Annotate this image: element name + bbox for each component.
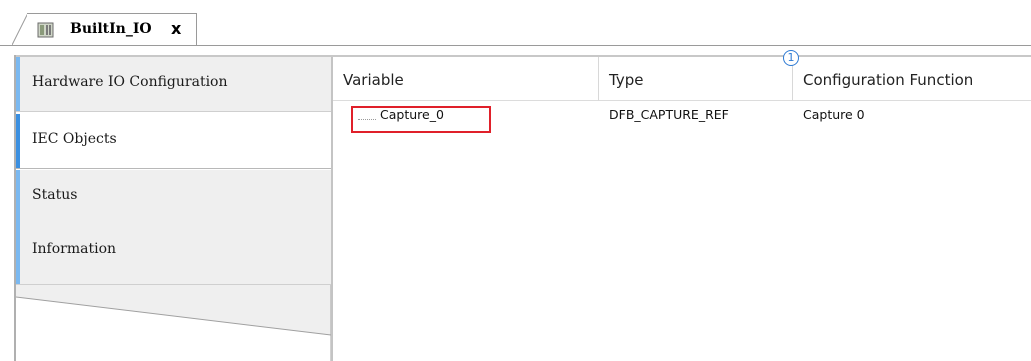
sidebar-item-label: Status xyxy=(32,187,78,203)
type-name: DFB_CAPTURE_REF xyxy=(609,107,729,122)
iec-objects-table: Variable Type Configuration Function 1 C… xyxy=(333,50,1031,361)
close-icon[interactable]: x xyxy=(171,19,181,38)
column-header-variable[interactable]: Variable xyxy=(333,57,599,101)
cell-configuration-function[interactable]: Capture 0 xyxy=(793,101,1031,129)
tab-title: BuiltIn_IO xyxy=(70,21,152,37)
column-header-label: Type xyxy=(609,71,644,89)
sidebar-item-label: Hardware IO Configuration xyxy=(32,74,228,90)
column-header-label: Configuration Function xyxy=(803,71,974,89)
sidebar-item-status[interactable]: Status xyxy=(16,170,332,225)
sidebar-item-information[interactable]: Information xyxy=(16,224,332,285)
sidebar-item-label: IEC Objects xyxy=(32,131,117,147)
highlight-box xyxy=(351,106,491,133)
column-header-type[interactable]: Type xyxy=(599,57,793,101)
sidebar-item-accent xyxy=(16,170,20,224)
sidebar-item-iec-objects[interactable]: IEC Objects xyxy=(16,114,332,169)
column-header-configuration-function[interactable]: Configuration Function xyxy=(793,57,1031,101)
cell-type[interactable]: DFB_CAPTURE_REF xyxy=(599,101,793,129)
function-name: Capture 0 xyxy=(803,107,865,122)
tab-builtin-io[interactable]: BuiltIn_IO x xyxy=(27,13,197,46)
tab-baseline xyxy=(0,45,1031,46)
sidebar-item-accent xyxy=(16,57,20,111)
sidebar-item-hardware-io-configuration[interactable]: Hardware IO Configuration xyxy=(16,57,332,112)
callout-marker: 1 xyxy=(783,50,799,66)
sidebar: Hardware IO Configuration IEC Objects St… xyxy=(16,57,332,361)
sidebar-item-accent xyxy=(16,114,20,168)
column-header-label: Variable xyxy=(343,71,404,89)
device-icon xyxy=(37,22,54,38)
sidebar-tail xyxy=(16,285,332,361)
editor-tab-strip: BuiltIn_IO x xyxy=(0,0,1031,46)
sidebar-item-accent xyxy=(16,224,20,284)
sidebar-item-label: Information xyxy=(32,241,117,257)
